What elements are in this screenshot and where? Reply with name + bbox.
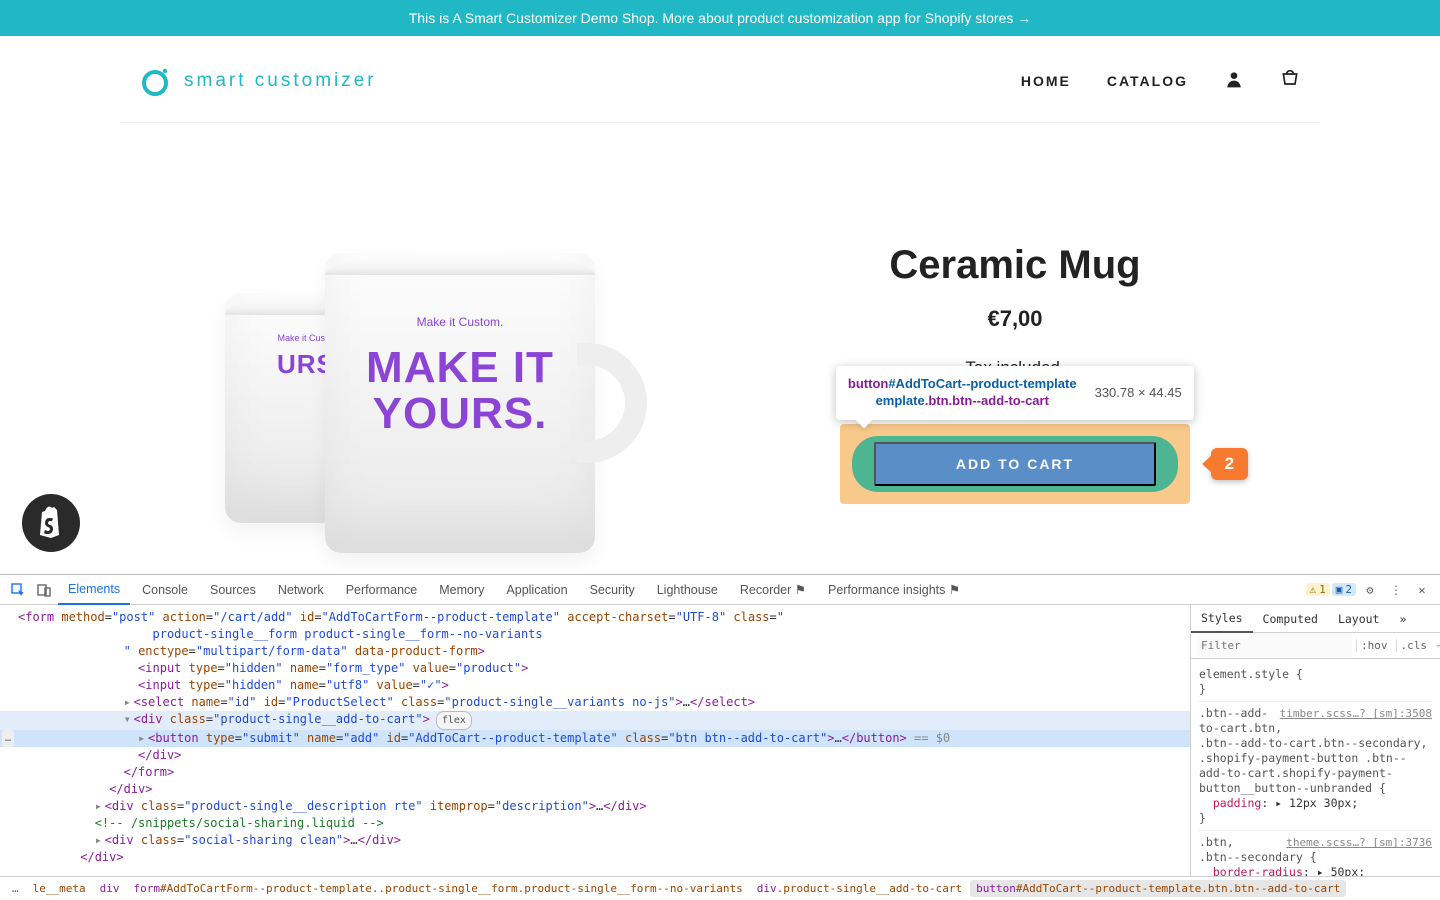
dom-tree[interactable]: <form method="post" action="/cart/add" i… (0, 605, 1190, 876)
new-rule-icon[interactable]: ＋ (1435, 638, 1440, 654)
main-nav: HOME CATALOG (1021, 69, 1300, 94)
inspector-dimensions: 330.78 × 44.45 (1095, 385, 1182, 400)
dom-line: <!-- /snippets/social-sharing.liquid --> (0, 815, 1190, 832)
more-tabs-icon[interactable]: » (1389, 605, 1416, 632)
site-header: smart customizer HOME CATALOG (120, 36, 1320, 123)
crumb-item[interactable]: form#AddToCartForm--product-template..pr… (127, 880, 748, 897)
sidebar-tabs: Styles Computed Layout » (1191, 605, 1440, 633)
rule-source[interactable]: theme.scss…? [sm]:3736 (1286, 835, 1432, 850)
dom-line: </div> (0, 781, 1190, 798)
tab-perf-insights[interactable]: Performance insights ⚑ (818, 575, 970, 604)
tab-sources[interactable]: Sources (200, 575, 266, 604)
promo-banner-text: This is A Smart Customizer Demo Shop. Mo… (409, 10, 1032, 26)
warnings-badge[interactable]: ⚠ 1 (1306, 583, 1330, 596)
cart-icon[interactable] (1280, 69, 1300, 94)
dom-line: ▸<div class="product-single__description… (0, 798, 1190, 815)
crumb-item[interactable]: div (94, 880, 126, 897)
mug-handle (577, 343, 647, 463)
dom-line: ▸<select name="id" id="ProductSelect" cl… (0, 694, 1190, 711)
inspector-selector: button#AddToCart--product-templateemplat… (848, 376, 1077, 410)
rule-source[interactable]: timber.scss…? [sm]:3508 (1280, 706, 1432, 721)
styles-rules[interactable]: element.style { } timber.scss…? [sm]:350… (1191, 659, 1440, 876)
tab-security[interactable]: Security (580, 575, 645, 604)
styles-filter-input[interactable] (1197, 633, 1352, 658)
product-image: Make it Custom. URS. Make it Custom. MAK… (140, 173, 710, 553)
devtools-tab-bar: Elements Console Sources Network Perform… (0, 575, 1440, 605)
inspector-tooltip: button#AddToCart--product-templateemplat… (836, 366, 1194, 420)
mug-front: Make it Custom. MAKE ITYOURS. (325, 253, 595, 553)
dom-breadcrumb[interactable]: … le__meta div form#AddToCartForm--produ… (0, 876, 1440, 900)
dom-line: ▸<div class="social-sharing clean">…</di… (0, 832, 1190, 849)
dom-line-selected: … ▸<button type="submit" name="add" id="… (0, 730, 1190, 747)
crumb-item-selected[interactable]: button#AddToCart--product-template.btn.b… (970, 880, 1346, 897)
close-icon[interactable]: ✕ (1410, 578, 1434, 602)
tab-recorder[interactable]: Recorder ⚑ (730, 575, 816, 604)
kebab-icon[interactable]: ⋮ (1384, 578, 1408, 602)
mug-headline: MAKE ITYOURS. (325, 345, 595, 437)
product-section: Make it Custom. URS. Make it Custom. MAK… (120, 123, 1320, 553)
dom-line: ▾<div class="product-single__add-to-cart… (0, 711, 1190, 730)
tab-network[interactable]: Network (268, 575, 334, 604)
crumb-overflow[interactable]: … (6, 880, 25, 897)
add-to-cart-button[interactable]: ADD TO CART (874, 442, 1156, 486)
tab-memory[interactable]: Memory (429, 575, 494, 604)
tab-console[interactable]: Console (132, 575, 198, 604)
tab-styles[interactable]: Styles (1191, 606, 1253, 633)
overflow-dots[interactable]: … (2, 730, 14, 747)
styles-sidebar: Styles Computed Layout » :hov .cls ＋ ⧉ ▣… (1190, 605, 1440, 876)
product-title: Ceramic Mug (730, 243, 1300, 288)
product-details: Ceramic Mug €7,00 Tax included. button#A… (730, 173, 1300, 504)
nav-catalog[interactable]: CATALOG (1107, 73, 1188, 89)
tab-lighthouse[interactable]: Lighthouse (647, 575, 728, 604)
shopify-fab-icon[interactable] (22, 494, 80, 552)
dom-line: <input type="hidden" name="utf8" value="… (0, 677, 1190, 694)
dom-line: </div> (0, 849, 1190, 866)
dom-line: </form> (0, 764, 1190, 781)
tab-application[interactable]: Application (496, 575, 577, 604)
dom-line: </div> (0, 747, 1190, 764)
account-icon[interactable] (1224, 69, 1244, 94)
logo-text: smart customizer (184, 70, 377, 92)
hov-toggle[interactable]: :hov (1356, 639, 1392, 652)
add-to-cart-inspect-overlay: button#AddToCart--product-templateemplat… (840, 424, 1190, 504)
rule-selector: element.style { (1199, 667, 1432, 682)
promo-banner[interactable]: This is A Smart Customizer Demo Shop. Mo… (0, 0, 1440, 36)
tab-performance[interactable]: Performance (336, 575, 428, 604)
dom-line: <form method="post" action="/cart/add" i… (0, 609, 1190, 626)
dom-line: product-single__form product-single__for… (0, 626, 1190, 643)
tab-computed[interactable]: Computed (1253, 605, 1328, 632)
gear-icon[interactable]: ⚙ (1358, 578, 1382, 602)
mug-caption: Make it Custom. (325, 315, 595, 329)
flex-pill[interactable]: flex (436, 711, 472, 730)
logo[interactable]: smart customizer (140, 66, 377, 96)
logo-mark-icon (140, 66, 170, 96)
tab-elements[interactable]: Elements (58, 576, 130, 605)
dom-line: <input type="hidden" name="form_type" va… (0, 660, 1190, 677)
tab-layout[interactable]: Layout (1328, 605, 1390, 632)
annotation-badge: 2 (1211, 448, 1248, 480)
crumb-item[interactable]: le__meta (27, 880, 92, 897)
styles-filter-row: :hov .cls ＋ ⧉ ▣ (1191, 633, 1440, 659)
inspect-element-icon[interactable] (6, 578, 30, 602)
device-toolbar-icon[interactable] (32, 578, 56, 602)
dom-line: " enctype="multipart/form-data" data-pro… (0, 643, 1190, 660)
issues-badge[interactable]: ▣ 2 (1332, 583, 1356, 596)
devtools-panel: Elements Console Sources Network Perform… (0, 574, 1440, 900)
product-price: €7,00 (730, 306, 1300, 332)
nav-home[interactable]: HOME (1021, 73, 1071, 89)
cls-toggle[interactable]: .cls (1396, 639, 1432, 652)
rule-close: } (1199, 682, 1432, 697)
crumb-item[interactable]: div.product-single__add-to-cart (751, 880, 968, 897)
